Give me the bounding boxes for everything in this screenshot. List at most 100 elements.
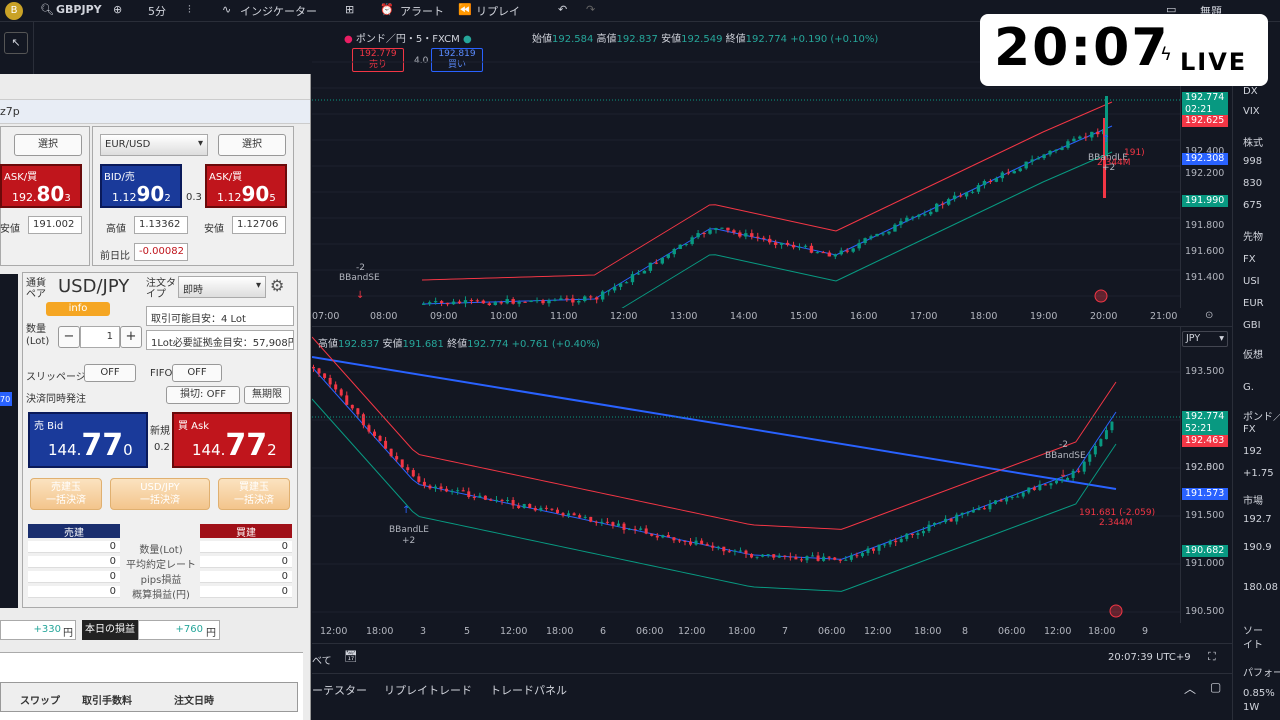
clock-readout[interactable]: 20:07:39 UTC+9 bbox=[1108, 652, 1191, 663]
qty-increment[interactable]: + bbox=[120, 326, 142, 348]
bid-label: BID/売 bbox=[104, 172, 135, 183]
top-time-axis[interactable]: 07:00 08:00 09:00 10:00 11:00 12:00 13:00 14:00… bbox=[312, 308, 1180, 326]
collapse-icon[interactable]: ︿ bbox=[1184, 680, 1196, 697]
candle-body bbox=[605, 521, 609, 523]
watchlist-item[interactable]: FX bbox=[1243, 254, 1256, 265]
maximize-icon[interactable]: ▢ bbox=[1210, 680, 1221, 694]
buy-ask-button[interactable]: 買 Ask 144.772 bbox=[172, 412, 292, 468]
sell-price-prefix: 144. bbox=[48, 441, 82, 459]
candle-body bbox=[766, 554, 770, 556]
select-button-eurusd[interactable]: 選択 bbox=[218, 134, 286, 156]
watchlist-item[interactable]: 仮想 bbox=[1243, 346, 1263, 361]
time-tick: 12:00 bbox=[864, 626, 892, 637]
candle-body bbox=[475, 300, 480, 302]
candle-body bbox=[944, 518, 948, 523]
watchlist-item[interactable]: 市場 bbox=[1243, 492, 1263, 507]
watchlist-item[interactable]: 675 bbox=[1243, 200, 1262, 211]
watchlist-item[interactable]: 998 bbox=[1243, 156, 1262, 167]
trend-line[interactable] bbox=[312, 356, 1117, 490]
bottom-chart-canvas[interactable]: ↑ BBandLE+2 -2BBandSE ↓ 191.681 (-2.059)2.34… bbox=[312, 327, 1180, 623]
watchlist-item[interactable]: 192 bbox=[1243, 446, 1262, 457]
range-all-button[interactable]: べて bbox=[312, 652, 332, 667]
watchlist-item[interactable]: 180.08 bbox=[1243, 582, 1278, 593]
watchlist-item[interactable]: 先物 bbox=[1243, 228, 1263, 243]
alert-icon[interactable]: ⏰ bbox=[380, 3, 394, 16]
close-all-pair-button[interactable]: USD/JPY 一括決済 bbox=[110, 478, 210, 510]
qty-decrement[interactable]: − bbox=[58, 326, 80, 348]
fullscreen-icon[interactable]: ⛶ bbox=[1208, 650, 1216, 664]
price-tick: 191.500 bbox=[1185, 510, 1225, 521]
replay-button[interactable]: リプレイ bbox=[476, 3, 520, 19]
tab-trade-panel[interactable]: トレードパネル bbox=[490, 682, 567, 698]
watchlist-item[interactable]: ソー bbox=[1243, 622, 1263, 637]
watchlist-item[interactable]: 1W bbox=[1243, 702, 1259, 713]
watchlist-item[interactable]: VIX bbox=[1243, 106, 1260, 117]
interval-selector[interactable]: 5分 bbox=[148, 3, 166, 19]
watchlist-item[interactable]: 192.7 bbox=[1243, 514, 1272, 525]
watchlist-item[interactable]: 190.9 bbox=[1243, 542, 1272, 553]
bb-lower bbox=[621, 151, 1113, 308]
bottom-price-axis[interactable]: 193.500193.000192.500192.000191.500191.0… bbox=[1180, 327, 1232, 665]
cursor-icon[interactable]: ↖ bbox=[4, 32, 28, 54]
gear-icon[interactable]: ⚙ bbox=[270, 276, 284, 295]
watchlist-item[interactable]: FX bbox=[1243, 424, 1256, 435]
watchlist-item[interactable]: パフォー bbox=[1243, 664, 1280, 679]
watchlist-item[interactable]: DX bbox=[1243, 86, 1258, 97]
watchlist-item[interactable]: 0.85% bbox=[1243, 688, 1275, 699]
watchlist-item[interactable]: EUR bbox=[1243, 298, 1264, 309]
select-button-left[interactable]: 選択 bbox=[14, 134, 82, 156]
tab-strategy-tester[interactable]: ーテスター bbox=[312, 682, 367, 698]
indicators-icon[interactable]: ∿ bbox=[222, 3, 231, 16]
event-icon[interactable] bbox=[1109, 604, 1123, 618]
ask-box-eurusd[interactable]: ASK/買 1.12905 bbox=[205, 164, 287, 208]
undo-icon[interactable]: ↶ bbox=[558, 3, 567, 16]
redo-icon[interactable]: ↷ bbox=[586, 3, 595, 16]
event-icon[interactable] bbox=[1094, 289, 1108, 303]
tab-replay-trade[interactable]: リプレイトレード bbox=[384, 682, 472, 698]
bottom-chart-pane[interactable]: 高値192.837 安値191.681 終値192.774 +0.761 (+0… bbox=[312, 327, 1232, 665]
slippage-toggle[interactable]: OFF bbox=[84, 364, 136, 382]
pair-select[interactable]: EUR/USD ▾ bbox=[100, 134, 208, 156]
watchlist-item[interactable]: USI bbox=[1243, 276, 1260, 287]
watchlist-item[interactable]: G. bbox=[1243, 382, 1254, 393]
order-type-select[interactable]: 即時 ▾ bbox=[178, 276, 266, 298]
candle-body bbox=[499, 302, 503, 304]
fifo-toggle[interactable]: OFF bbox=[172, 364, 222, 382]
watchlist-item[interactable]: 株式 bbox=[1243, 134, 1263, 149]
settings-icon[interactable]: ⊙ bbox=[1205, 310, 1213, 321]
date-range-icon[interactable]: 📅︎ bbox=[344, 650, 358, 663]
candle-body bbox=[411, 470, 415, 477]
alert-button[interactable]: アラート bbox=[400, 3, 444, 19]
currency-selector[interactable]: JPY ▾ bbox=[1182, 331, 1228, 347]
bid-box-eurusd[interactable]: BID/売 1.12902 bbox=[100, 164, 182, 208]
time-tick: 18:00 bbox=[546, 626, 574, 637]
bottom-time-axis[interactable]: 12:00 18:00 3 5 12:00 18:00 6 06:00 12:00 18:00 7 0… bbox=[312, 623, 1180, 643]
watchlist-item[interactable]: +1.75 bbox=[1243, 468, 1274, 479]
bar-style-icon[interactable]: ⫶ bbox=[188, 3, 191, 17]
watchlist-item[interactable]: GBI bbox=[1243, 320, 1261, 331]
bid-price-big: 90 bbox=[136, 182, 165, 206]
qty-input[interactable]: 1 bbox=[80, 326, 120, 348]
indicators-button[interactable]: インジケーター bbox=[240, 3, 317, 19]
expiry-toggle[interactable]: 無期限 bbox=[244, 386, 290, 404]
info-button[interactable]: info bbox=[46, 302, 110, 316]
time-tick: 06:00 bbox=[998, 626, 1026, 637]
sell-bid-button[interactable]: 売 Bid 144.770 bbox=[28, 412, 148, 468]
replay-icon[interactable]: ⏪ bbox=[458, 3, 472, 16]
watchlist-item[interactable]: 830 bbox=[1243, 178, 1262, 189]
close-all-buy-button[interactable]: 買建玉 一括決済 bbox=[218, 478, 290, 510]
close-all-sell-button[interactable]: 売建玉 一括決済 bbox=[30, 478, 102, 510]
bb-upper bbox=[421, 101, 1113, 281]
search-icon[interactable]: 🔍︎ bbox=[40, 3, 54, 16]
ask-box-left[interactable]: ASK/買 192.803 bbox=[0, 164, 82, 208]
order-type-value: 即時 bbox=[183, 285, 203, 296]
watchlist-item[interactable]: ポンド／ bbox=[1243, 408, 1280, 423]
avatar[interactable]: B bbox=[5, 2, 23, 20]
add-symbol-icon[interactable]: ⊕ bbox=[113, 3, 122, 16]
candle-body bbox=[875, 233, 879, 237]
templates-icon[interactable]: ⊞ bbox=[345, 3, 354, 16]
stoploss-toggle[interactable]: 損切: OFF bbox=[166, 386, 240, 404]
symbol-search[interactable]: GBPJPY bbox=[56, 3, 102, 16]
watchlist-item[interactable]: イト bbox=[1243, 636, 1263, 651]
time-tick: 07:00 bbox=[312, 311, 340, 322]
